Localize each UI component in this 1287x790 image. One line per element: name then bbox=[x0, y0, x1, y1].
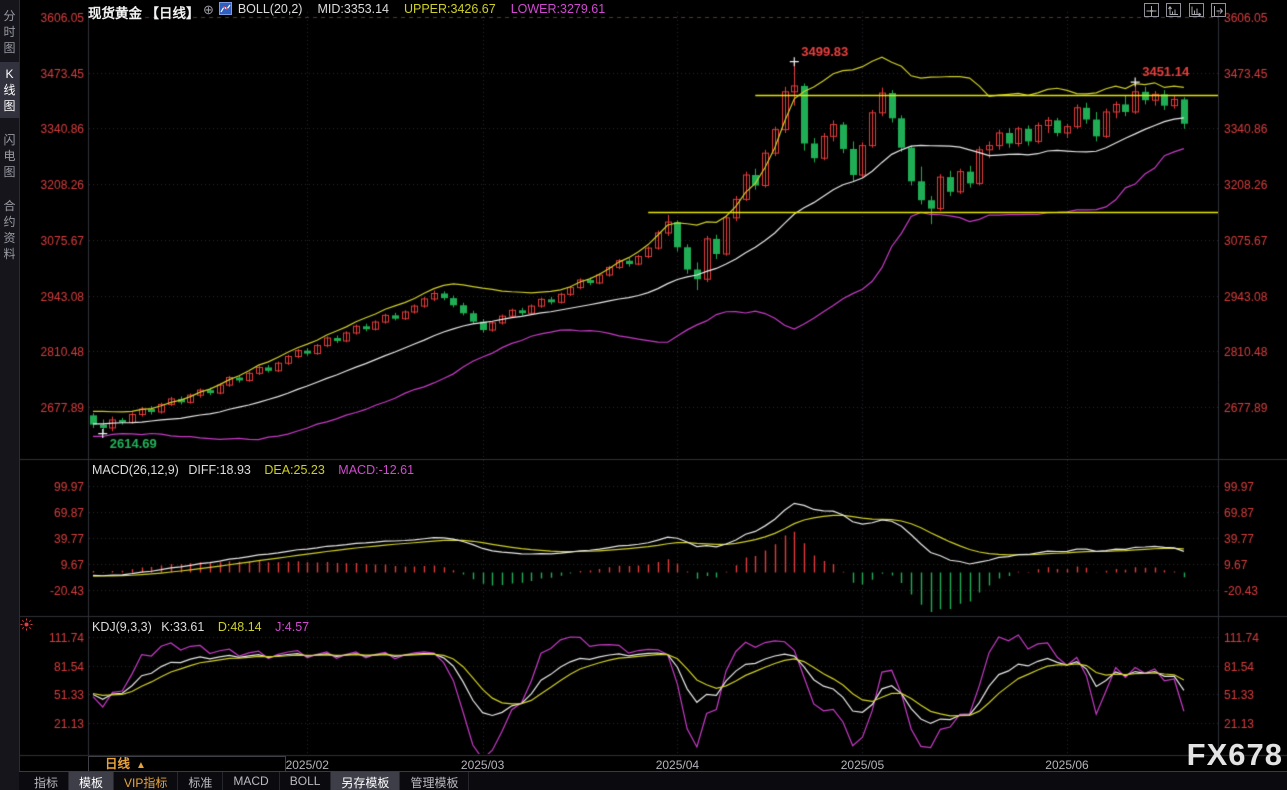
scale-right-icon[interactable] bbox=[1189, 3, 1204, 17]
x-axis-label: 2025/04 bbox=[656, 758, 699, 772]
macd-indicator-label: MACD(26,12,9) bbox=[92, 463, 179, 477]
kdj-j-value: J:4.57 bbox=[275, 620, 309, 634]
add-indicator-icon[interactable]: ⊕ bbox=[203, 2, 214, 17]
bottom-toolbar: 指标 模板 VIP指标 标准 MACD BOLL 另存模板 管理模板 bbox=[19, 771, 1287, 790]
period-selector[interactable]: 日线 ▲ bbox=[88, 756, 286, 772]
x-axis-label: 2025/05 bbox=[841, 758, 884, 772]
boll-upper-value: UPPER:3426.67 bbox=[404, 2, 496, 16]
fx678-watermark: FX678 bbox=[1187, 737, 1283, 773]
boll-lower-value: LOWER:3279.61 bbox=[511, 2, 606, 16]
boll-mid-value: MID:3353.14 bbox=[317, 2, 389, 16]
kdj-k-value: K:33.61 bbox=[161, 620, 204, 634]
period-tag: 【日线】 bbox=[145, 6, 199, 21]
trading-app-window: 分时图 K线图 闪电图 合约资料 现货黄金 【日线】 ⊕ BOLL(20,2) … bbox=[0, 0, 1287, 790]
exit-pane-icon[interactable] bbox=[1211, 3, 1226, 17]
chevron-up-icon: ▲ bbox=[136, 760, 146, 771]
kdj-indicator-label: KDJ(9,3,3) bbox=[92, 620, 152, 634]
macd-dea-value: DEA:25.23 bbox=[264, 463, 324, 477]
x-axis-label: 2025/02 bbox=[286, 758, 329, 772]
boll-indicator-label: BOLL(20,2) bbox=[238, 2, 303, 16]
chart-canvas[interactable] bbox=[0, 0, 1287, 790]
kdj-panel-header: KDJ(9,3,3) K:33.61 D:48.14 J:4.57 bbox=[92, 620, 309, 634]
chart-header: 现货黄金 【日线】 ⊕ BOLL(20,2) MID:3353.14 UPPER… bbox=[88, 2, 605, 18]
tab-vip-indicators[interactable]: VIP指标 bbox=[114, 772, 178, 790]
tab-boll[interactable]: BOLL bbox=[280, 772, 332, 790]
sidebar-item-lightning-chart[interactable]: 闪电图 bbox=[0, 128, 19, 184]
macd-diff-value: DIFF:18.93 bbox=[188, 463, 251, 477]
chart-tools bbox=[1144, 3, 1229, 22]
x-axis-label: 2025/06 bbox=[1045, 758, 1088, 772]
sidebar-item-contract-info[interactable]: 合约资料 bbox=[0, 194, 19, 266]
left-sidebar: 分时图 K线图 闪电图 合约资料 bbox=[0, 0, 20, 790]
period-label: 日线 bbox=[105, 757, 130, 771]
tab-manage-template[interactable]: 管理模板 bbox=[400, 772, 469, 790]
tab-save-template[interactable]: 另存模板 bbox=[331, 772, 400, 790]
mini-chart-icon bbox=[219, 2, 232, 15]
macd-panel-header: MACD(26,12,9) DIFF:18.93 DEA:25.23 MACD:… bbox=[92, 463, 414, 477]
tab-indicators[interactable]: 指标 bbox=[24, 772, 69, 790]
scale-up-icon[interactable] bbox=[1166, 3, 1181, 17]
crosshair-icon[interactable] bbox=[1144, 3, 1159, 17]
indicator-settings-icon[interactable] bbox=[20, 618, 33, 636]
x-axis-label: 2025/03 bbox=[461, 758, 504, 772]
tab-templates[interactable]: 模板 bbox=[69, 772, 114, 790]
tab-macd[interactable]: MACD bbox=[223, 772, 279, 790]
instrument-title: 现货黄金 bbox=[88, 6, 142, 21]
sidebar-item-timeshare-chart[interactable]: 分时图 bbox=[0, 4, 19, 60]
kdj-d-value: D:48.14 bbox=[218, 620, 262, 634]
macd-value: MACD:-12.61 bbox=[338, 463, 414, 477]
tab-standard[interactable]: 标准 bbox=[178, 772, 223, 790]
sidebar-item-kline-chart[interactable]: K线图 bbox=[0, 62, 19, 118]
